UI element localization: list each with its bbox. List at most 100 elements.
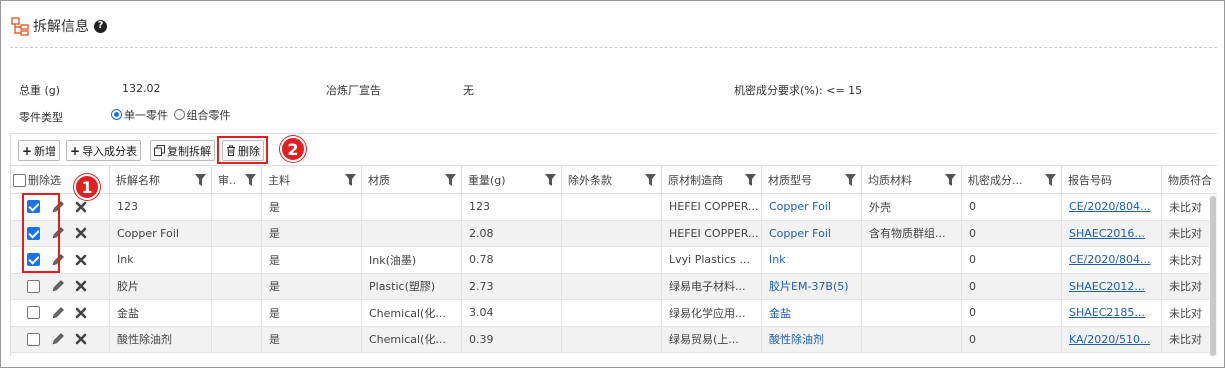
radio-single-part[interactable] — [111, 109, 122, 120]
cell-text[interactable]: Ink — [769, 253, 786, 266]
cell-model[interactable]: 酸性除油剂 — [762, 326, 862, 352]
cell-text[interactable]: Copper Foil — [769, 227, 831, 240]
filter-icon[interactable] — [845, 174, 856, 186]
table-row[interactable]: Ink 是 Ink(油墨) 0.78 Lvyi Plastics ... Ink 0 CE/2… — [11, 247, 1217, 274]
cell-review — [212, 247, 262, 273]
filter-icon[interactable] — [1045, 174, 1056, 186]
column-header-11[interactable]: 报告号码 — [1062, 166, 1162, 194]
cell-text[interactable]: 酸性除油剂 — [769, 331, 824, 347]
cell-text[interactable]: SHAEC2012... — [1069, 280, 1145, 293]
cell-conf: 0 — [962, 220, 1062, 246]
column-header-2[interactable]: 审.. — [212, 166, 262, 194]
cell-material: Plastic(塑膠) — [362, 273, 462, 299]
table-row[interactable]: 酸性除油剂 是 Chemical(化... 0.39 绿易贸易(上... 酸性除油剂 0 KA… — [11, 326, 1217, 353]
cell-text: 是 — [269, 280, 280, 294]
column-header-9[interactable]: 均质材料 — [862, 166, 962, 194]
select-all-checkbox[interactable] — [13, 173, 26, 187]
filter-icon[interactable] — [745, 174, 756, 186]
copy-disassembly-button[interactable]: 复制拆解 — [150, 140, 215, 161]
column-header-label: 物质符合 — [1168, 174, 1212, 187]
filter-icon[interactable] — [945, 174, 956, 186]
cell-report[interactable]: SHAEC2185... — [1062, 300, 1162, 326]
edit-pencil-icon[interactable] — [51, 332, 65, 346]
row-select-checkbox[interactable] — [27, 279, 40, 293]
column-header-5[interactable]: 重量(g) — [462, 166, 562, 194]
cell-text: 123 — [117, 200, 138, 214]
edit-pencil-icon[interactable] — [51, 279, 65, 293]
cell-model[interactable]: 金盐 — [762, 300, 862, 326]
radio-combined-part[interactable] — [173, 109, 185, 120]
annotation-badge-1: 1 — [74, 174, 100, 200]
delete-x-icon[interactable] — [75, 280, 87, 292]
edit-pencil-icon[interactable] — [51, 306, 65, 320]
cell-text[interactable]: Copper Foil — [769, 200, 831, 213]
row-select-checkbox[interactable] — [27, 332, 40, 346]
cell-text: 0 — [969, 306, 976, 320]
vertical-scrollbar[interactable] — [1209, 194, 1217, 356]
column-header-4[interactable]: 材质 — [362, 166, 462, 194]
filter-icon[interactable] — [645, 174, 656, 186]
cell-report[interactable]: CE/2020/804... — [1062, 194, 1162, 220]
cell-model[interactable]: Copper Foil — [762, 220, 862, 246]
table-row[interactable]: Copper Foil 是 2.08 HEFEI COPPER... Copper Fo… — [11, 220, 1217, 247]
cell-review — [212, 300, 262, 326]
filter-icon[interactable] — [545, 174, 556, 186]
cell-model[interactable]: 胶片EM-37B(5) — [762, 273, 862, 299]
add-button[interactable]: + 新增 — [18, 140, 61, 161]
column-header-1[interactable]: 拆解名称 — [110, 166, 212, 194]
annotation-badge-2: 2 — [280, 136, 306, 162]
cell-report[interactable]: KA/2020/510... — [1062, 326, 1162, 352]
cell-main: 是 — [262, 220, 362, 246]
cell-text[interactable]: 胶片EM-37B(5) — [769, 278, 849, 294]
cell-text[interactable]: KA/2020/510... — [1069, 333, 1150, 346]
row-select-checkbox[interactable] — [27, 306, 40, 320]
cell-name: Copper Foil — [110, 220, 212, 246]
filter-icon[interactable] — [345, 174, 356, 186]
cell-maker: 绿易电子材料... — [662, 273, 762, 299]
cell-model[interactable]: Copper Foil — [762, 194, 862, 220]
column-header-7[interactable]: 原材制造商 — [662, 166, 762, 194]
cell-text: 2.08 — [469, 226, 494, 240]
cell-text: Ink(油墨) — [369, 253, 417, 267]
cell-text[interactable]: CE/2020/804... — [1069, 200, 1151, 213]
delete-x-icon[interactable] — [75, 254, 87, 266]
delete-x-icon[interactable] — [75, 227, 87, 239]
plus-icon: + — [22, 143, 33, 158]
confidential-label: 机密成分要求(%): — [734, 84, 823, 97]
cell-text[interactable]: SHAEC2016... — [1069, 227, 1145, 240]
cell-report[interactable]: CE/2020/804... — [1062, 247, 1162, 273]
cell-text[interactable]: 金盐 — [769, 305, 791, 321]
cell-text: 未比对 — [1169, 253, 1202, 267]
column-header-8[interactable]: 材质型号 — [762, 166, 862, 194]
section-header: 拆解信息 ? — [10, 14, 107, 38]
cell-model[interactable]: Ink — [762, 247, 862, 273]
cell-text[interactable]: CE/2020/804... — [1069, 253, 1151, 266]
filter-icon[interactable] — [195, 174, 206, 186]
cell-homog: 含有物质群组... — [862, 220, 962, 246]
scrollbar-thumb[interactable] — [1210, 196, 1216, 356]
column-header-3[interactable]: 主料 — [262, 166, 362, 194]
cell-text: 未比对 — [1169, 280, 1202, 294]
table-row[interactable]: 胶片 是 Plastic(塑膠) 2.73 绿易电子材料... 胶片EM-37B(5) 0 S… — [11, 273, 1217, 300]
cell-review — [212, 194, 262, 220]
filter-icon[interactable] — [245, 174, 256, 186]
column-header-6[interactable]: 除外条款 — [562, 166, 662, 194]
delete-x-icon[interactable] — [75, 307, 87, 319]
checkbox-highlight — [22, 193, 60, 273]
help-icon[interactable]: ? — [94, 19, 107, 33]
cell-report[interactable]: SHAEC2016... — [1062, 220, 1162, 246]
cell-name: 金盐 — [110, 300, 212, 326]
delete-x-icon[interactable] — [75, 333, 87, 345]
cell-text[interactable]: SHAEC2185... — [1069, 306, 1145, 319]
table-row[interactable]: 金盐 是 Chemical(化... 3.04 绿易化学应用... 金盐 0 SHAEC218… — [11, 300, 1217, 327]
table-row[interactable]: 123 是 123 HEFEI COPPER... Copper Foil 外壳 0 CE/2… — [11, 194, 1217, 221]
filter-icon[interactable] — [445, 174, 456, 186]
column-header-label: 重量(g) — [468, 174, 506, 187]
column-header-10[interactable]: 机密成分... — [962, 166, 1062, 194]
cell-report[interactable]: SHAEC2012... — [1062, 273, 1162, 299]
toolbar: + 新增 + 导入成分表 复制拆解 删除 — [10, 133, 1217, 166]
import-composition-button[interactable]: + 导入成分表 — [66, 140, 142, 161]
cell-maker: 绿易化学应用... — [662, 300, 762, 326]
column-header-12[interactable]: 物质符合 — [1162, 166, 1217, 194]
delete-x-icon[interactable] — [75, 201, 87, 213]
